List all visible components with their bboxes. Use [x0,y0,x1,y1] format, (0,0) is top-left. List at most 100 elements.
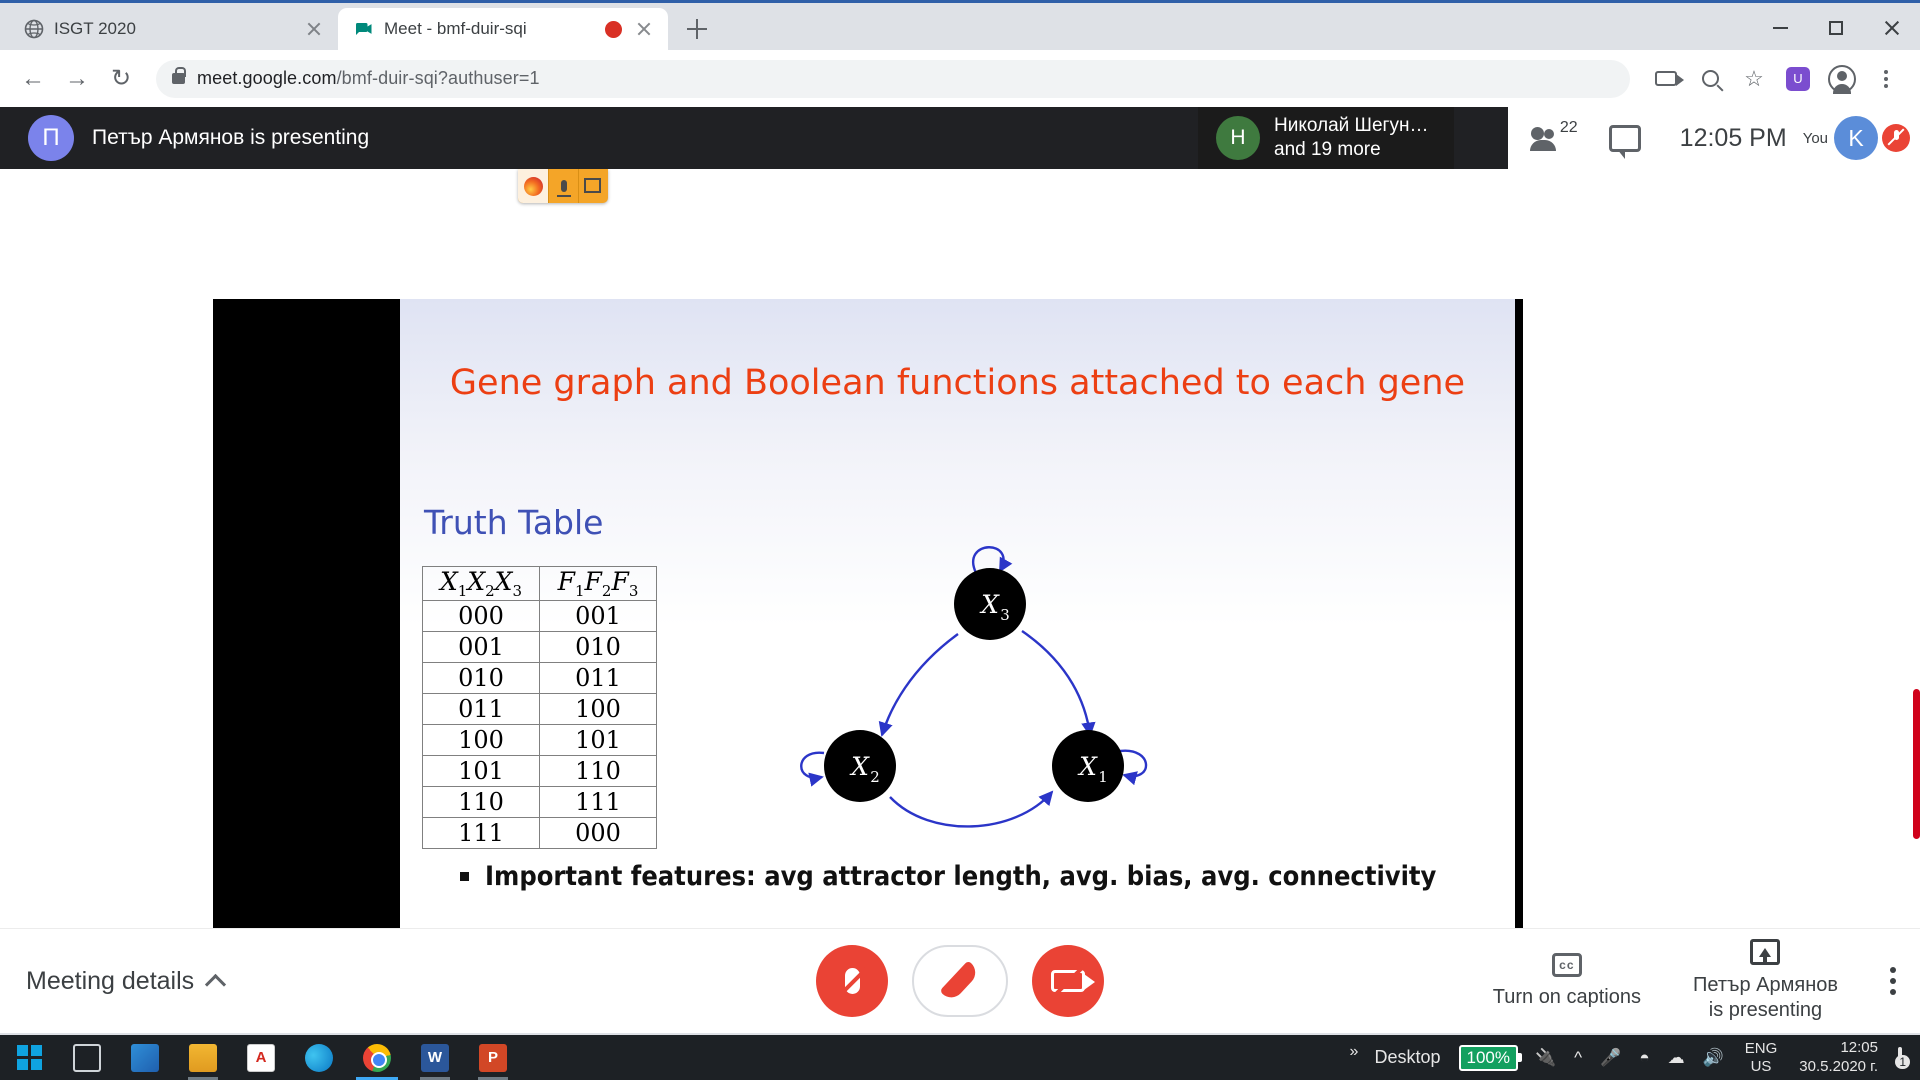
stage-scrollbar[interactable] [1913,689,1920,839]
svg-text:X: X [1077,752,1098,781]
svg-text:2: 2 [870,768,880,786]
cell-x: 100 [422,724,540,756]
meet-bottom-bar: Meeting details cc Turn on captions Петъ… [0,928,1920,1033]
slide-title: Gene graph and Boolean functions attache… [449,363,1466,403]
minimize-button[interactable] [1752,5,1808,50]
chat-icon [1608,124,1641,159]
meet-icon [354,19,374,39]
cc-icon: cc [1551,952,1582,977]
captions-label: Turn on captions [1492,985,1641,1008]
cell-x: 101 [422,755,540,787]
file-explorer-icon[interactable] [174,1035,232,1080]
meet-right-controls: cc Turn on captions Петър Армянов is pre… [1493,939,1896,1023]
profile-icon[interactable] [1822,60,1862,98]
maximize-button[interactable] [1808,5,1864,50]
notifications-icon[interactable]: 1 [1888,1046,1912,1069]
table-row: 100 101 [422,724,657,756]
zoom-icon[interactable] [1690,60,1730,98]
window-switch-icon[interactable] [578,169,608,203]
reload-button[interactable]: ↻ [102,60,140,98]
cell-f: 011 [539,662,657,694]
meet-header-right: 22 12:05 PM You K [1507,107,1920,169]
mic-off-button[interactable] [816,945,888,1017]
meeting-details-label: Meeting details [26,966,195,995]
show-hidden-icons-icon[interactable]: ^ [1565,1048,1591,1068]
browser-tabstrip: ISGT 2020 Meet - bmf-duir-sqi [0,5,1920,50]
camera-icon[interactable] [1646,60,1686,98]
table-header-row: X1X2X3 F1F2F3 [422,566,657,601]
present-screen-icon [1750,939,1781,965]
you-block: You [1803,130,1834,147]
active-speaker-more: and 19 more [1274,139,1381,160]
participants-button[interactable]: 22 [1508,107,1586,169]
chrome-browser-window: ISGT 2020 Meet - bmf-duir-sqi ← → ↻ meet… [0,0,1920,1035]
browser-tab-isgt[interactable]: ISGT 2020 [8,8,338,50]
call-controls [816,945,1104,1017]
chevron-up-icon [205,973,227,995]
word-icon[interactable]: W [406,1035,464,1080]
back-button[interactable]: ← [14,60,52,98]
wifi-icon[interactable]: ◓ [1630,1048,1658,1068]
tab-title: Meet - bmf-duir-sqi [384,19,527,38]
powerpoint-icon[interactable]: P [464,1035,522,1080]
microphone-icon[interactable]: 🎤 [1591,1048,1630,1068]
meet-clock: 12:05 PM [1679,123,1787,152]
present-label: Петър Армянов is presenting [1692,974,1838,1021]
cell-f: 111 [539,786,657,818]
chrome-menu-icon[interactable] [1866,60,1906,98]
bullet-marker-icon [460,872,469,881]
volume-icon[interactable]: 🔊 [1694,1048,1733,1068]
you-label: You [1802,129,1828,147]
hang-up-button[interactable] [912,945,1008,1017]
windows-start-icon[interactable] [0,1035,58,1080]
captions-button[interactable]: cc Turn on captions [1492,952,1641,1010]
present-now-button[interactable]: Петър Армянов is presenting [1693,939,1838,1023]
bookmark-star-icon[interactable]: ☆ [1734,60,1774,98]
tray-overflow-icon[interactable]: » [1344,1043,1365,1061]
cell-x: 110 [422,786,540,818]
meeting-details-button[interactable]: Meeting details [0,966,227,996]
task-view-icon[interactable] [58,1035,116,1080]
table-row: 010 011 [422,662,657,694]
language-indicator[interactable]: ENG US [1733,1040,1790,1076]
chat-button[interactable] [1586,107,1664,169]
taskbar-clock[interactable]: 12:05 30.5.2020 г. [1789,1039,1888,1077]
browser-toolbar: ← → ↻ meet.google.com/bmf-duir-sqi?authu… [0,50,1920,107]
microphone-icon[interactable] [548,169,578,203]
edge-icon[interactable] [290,1035,348,1080]
avatar[interactable]: K [1834,116,1878,160]
window-controls [1752,5,1920,50]
close-icon[interactable] [632,17,656,41]
forward-button[interactable]: → [58,60,96,98]
table-row: 011 100 [422,693,657,725]
firefox-icon[interactable] [518,169,548,203]
address-bar[interactable]: meet.google.com/bmf-duir-sqi?authuser=1 [156,59,1630,98]
close-window-button[interactable] [1864,5,1920,50]
camera-off-button[interactable] [1032,945,1104,1017]
svg-text:1: 1 [1098,768,1108,786]
browser-tab-meet[interactable]: Meet - bmf-duir-sqi [338,8,668,50]
power-plug-icon[interactable]: 🔌 [1526,1048,1565,1068]
new-tab-button[interactable] [678,10,716,48]
close-icon[interactable] [302,17,326,41]
cell-f: 110 [539,755,657,787]
table-row: 101 110 [422,755,657,787]
cell-x: 011 [422,693,540,725]
microsoft-store-icon[interactable] [116,1035,174,1080]
table-row: 111 000 [422,817,657,849]
mic-off-icon [831,960,873,1002]
cell-f: 100 [539,693,657,725]
windows-taskbar: A W P » Desktop 100% 🔌 ^ 🎤 ◓ ☁ 🔊 ENG US … [0,1035,1920,1080]
presenting-text: Петър Армянов is presenting [92,126,370,149]
onedrive-icon[interactable]: ☁ [1659,1048,1694,1068]
more-options-button[interactable] [1890,967,1896,995]
screen-share-toolbar[interactable] [518,169,608,203]
tab-recording-icon[interactable] [605,20,622,38]
column-header-x: X1X2X3 [422,566,540,601]
adobe-reader-icon[interactable]: A [232,1035,290,1080]
desktop-label[interactable]: Desktop [1364,1047,1450,1068]
shared-slide[interactable]: Gene graph and Boolean functions attache… [400,299,1515,1011]
chrome-icon[interactable] [348,1035,406,1080]
extension-icon[interactable]: U [1778,60,1818,98]
battery-indicator[interactable]: 100% [1458,1044,1523,1071]
